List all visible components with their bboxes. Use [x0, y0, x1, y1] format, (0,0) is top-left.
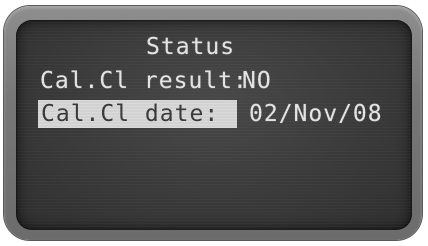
lcd-screen: Status Cal.Cl result: NO Cal.Cl date: 02…: [16, 20, 412, 230]
cal-date-label-selected[interactable]: Cal.Cl date:: [38, 100, 238, 128]
lcd-device: Status Cal.Cl result: NO Cal.Cl date: 02…: [0, 0, 428, 246]
screen-title: Status: [146, 34, 236, 60]
cal-result-label: Cal.Cl result:: [40, 68, 248, 94]
cal-result-value: NO: [242, 68, 272, 94]
cal-date-value: 02/Nov/08: [249, 101, 383, 127]
